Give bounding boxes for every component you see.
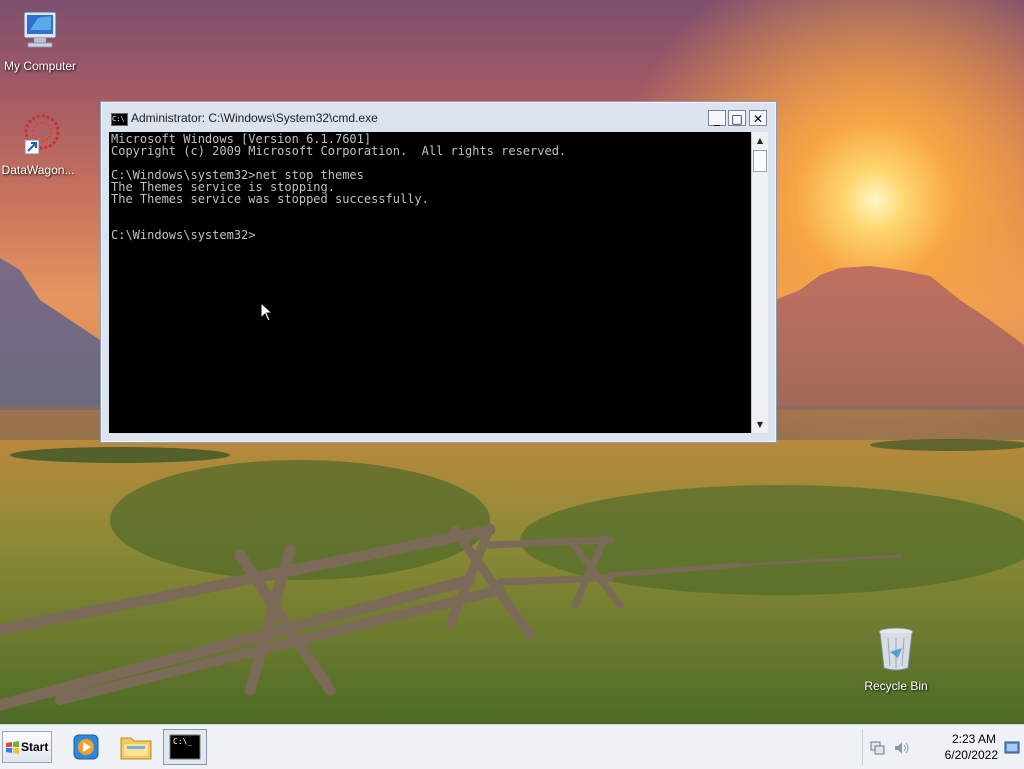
start-button[interactable]: Start <box>2 731 52 763</box>
console-line: The Themes service was stopped successfu… <box>111 192 429 206</box>
console-line: Copyright (c) 2009 Microsoft Corporation… <box>111 144 567 158</box>
scroll-up-icon[interactable]: ▲ <box>752 132 768 149</box>
windows-flag-icon <box>6 741 19 754</box>
taskbar-explorer-button[interactable] <box>114 729 158 765</box>
cmd-icon: C:\_ <box>169 734 201 760</box>
taskbar-cmd-button[interactable]: C:\_ <box>163 729 207 765</box>
taskbar-media-player-button[interactable] <box>64 729 108 765</box>
computer-icon <box>23 11 57 48</box>
shortcut-icon <box>24 114 60 155</box>
scroll-thumb[interactable] <box>753 150 767 172</box>
desktop-icon-label: DataWagon... <box>1 163 75 177</box>
volume-icon[interactable] <box>893 740 911 756</box>
desktop-icon-my-computer[interactable]: My Computer <box>0 10 80 73</box>
minimize-button[interactable]: _ <box>708 110 726 126</box>
window-title: Administrator: C:\Windows\System32\cmd.e… <box>131 111 378 125</box>
media-player-icon <box>73 734 99 760</box>
console-output[interactable]: Microsoft Windows [Version 6.1.7601] Copy… <box>109 132 751 433</box>
svg-text:C:\_: C:\_ <box>173 737 192 746</box>
desktop-icon-datawagon[interactable]: DataWagon... <box>0 112 78 177</box>
close-button[interactable]: ✕ <box>749 110 767 126</box>
title-bar[interactable]: C:\ Administrator: C:\Windows\System32\c… <box>101 102 776 130</box>
folder-icon <box>120 737 152 760</box>
vertical-scrollbar[interactable]: ▲ ▼ <box>751 132 768 433</box>
clock-date[interactable]: 6/20/2022 <box>936 748 998 762</box>
start-label: Start <box>21 740 49 754</box>
mouse-cursor-icon <box>260 302 274 322</box>
clock-time[interactable]: 2:23 AM <box>946 732 996 746</box>
show-desktop-icon[interactable] <box>1004 741 1020 755</box>
cmd-window[interactable]: C:\ Administrator: C:\Windows\System32\c… <box>100 101 777 443</box>
recycle-bin-icon <box>878 627 914 671</box>
cmd-icon: C:\ <box>111 113 128 126</box>
console-line: C:\Windows\system32> <box>111 228 256 242</box>
scroll-down-icon[interactable]: ▼ <box>752 416 768 433</box>
network-icon[interactable] <box>870 740 886 756</box>
taskbar: Start C:\_ <box>0 724 1024 769</box>
desktop-icon-label: Recycle Bin <box>864 679 928 693</box>
maximize-button[interactable]: □ <box>728 110 746 126</box>
desktop-icon-recycle-bin[interactable]: Recycle Bin <box>856 626 936 693</box>
desktop-icon-label: My Computer <box>3 59 77 73</box>
